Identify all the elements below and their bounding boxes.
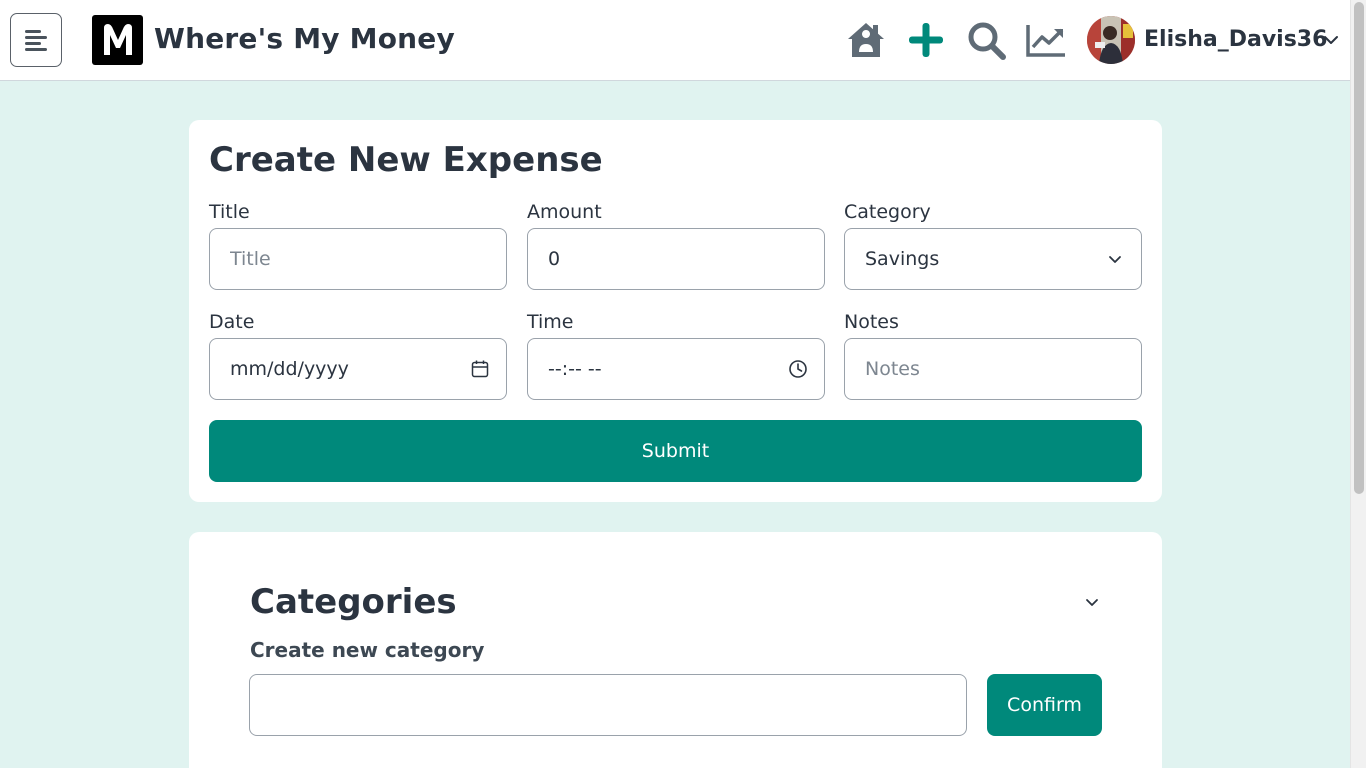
date-label: Date: [209, 311, 255, 333]
submit-button[interactable]: Submit: [209, 420, 1142, 482]
title-field[interactable]: [209, 228, 507, 290]
chevron-down-icon[interactable]: [1320, 30, 1342, 50]
create-category-label: Create new category: [250, 638, 485, 662]
app-title[interactable]: Where's My Money: [154, 22, 455, 55]
confirm-button[interactable]: Confirm: [987, 674, 1102, 736]
clock-icon[interactable]: [788, 359, 808, 379]
home-icon: [848, 23, 884, 57]
time-label: Time: [527, 311, 574, 333]
trending-up-icon: [1026, 25, 1065, 57]
scrollbar-thumb[interactable]: [1354, 2, 1364, 494]
page-scrollbar[interactable]: [1350, 0, 1366, 768]
plus-icon: [909, 23, 943, 57]
chevron-down-icon: [1109, 256, 1121, 263]
category-label: Category: [844, 201, 931, 223]
logo-m-icon: [103, 24, 132, 55]
search-button[interactable]: [964, 18, 1008, 62]
search-icon: [968, 22, 1006, 60]
date-placeholder: mm/dd/yyyy: [230, 358, 349, 380]
top-navbar: Where's My Money Elisha_Davis36: [0, 0, 1350, 81]
category-select[interactable]: Savings: [844, 228, 1142, 290]
category-selected-value: Savings: [865, 248, 940, 270]
amount-input[interactable]: [548, 248, 804, 270]
reports-button[interactable]: [1024, 18, 1068, 62]
user-avatar[interactable]: [1087, 16, 1135, 64]
amount-label: Amount: [527, 201, 602, 223]
notes-field[interactable]: [844, 338, 1142, 400]
title-input[interactable]: [230, 248, 486, 270]
create-expense-card: Create New Expense Title Amount Category…: [189, 120, 1162, 502]
title-label: Title: [209, 201, 250, 223]
time-field[interactable]: --:-- --: [527, 338, 825, 400]
date-field[interactable]: mm/dd/yyyy: [209, 338, 507, 400]
categories-card: Categories Create new category Confirm: [189, 532, 1162, 768]
username-label[interactable]: Elisha_Davis36: [1144, 27, 1327, 52]
chevron-down-icon[interactable]: [1082, 592, 1102, 612]
time-placeholder: --:-- --: [548, 358, 602, 380]
calendar-icon[interactable]: [470, 359, 490, 379]
home-button[interactable]: [844, 18, 888, 62]
notes-label: Notes: [844, 311, 899, 333]
app-logo[interactable]: [92, 15, 143, 65]
avatar-image: [1087, 16, 1135, 64]
menu-button[interactable]: [10, 13, 62, 67]
add-expense-button[interactable]: [904, 18, 948, 62]
categories-title: Categories: [250, 582, 457, 622]
menu-icon: [25, 30, 47, 51]
expense-form-title: Create New Expense: [209, 140, 603, 180]
notes-input[interactable]: [865, 358, 1121, 380]
amount-field[interactable]: [527, 228, 825, 290]
new-category-input[interactable]: [249, 674, 967, 736]
